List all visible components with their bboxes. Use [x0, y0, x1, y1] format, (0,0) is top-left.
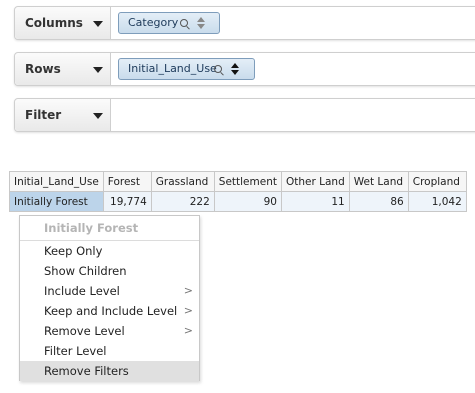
context-menu-title: Initially Forest — [44, 221, 139, 235]
initial-land-use-pill[interactable]: Initial_Land_Use — [118, 58, 255, 80]
column-header-grassland[interactable]: Grassland — [150, 171, 215, 192]
table-cell[interactable]: 19,774 — [102, 191, 152, 212]
sort-ascending-icon[interactable] — [197, 17, 205, 22]
menu-item-label: Include Level — [44, 284, 120, 298]
table-cell[interactable]: 90 — [213, 191, 282, 212]
filter-shelf-label: Filter — [25, 108, 62, 122]
columns-shelf-label: Columns — [25, 16, 83, 30]
columns-shelf: Columns Category — [14, 6, 475, 40]
submenu-arrow-icon: > — [183, 324, 193, 337]
sort-descending-icon[interactable] — [231, 70, 239, 75]
menu-item-filter-level[interactable]: Filter Level — [20, 341, 199, 361]
rows-dropdown-icon[interactable] — [93, 67, 103, 73]
table-cell[interactable]: 11 — [280, 191, 350, 212]
menu-item-label: Show Children — [44, 264, 127, 278]
columns-shelf-header[interactable]: Columns — [15, 7, 111, 39]
column-header-cropland[interactable]: Cropland — [407, 171, 467, 192]
pivot-table: Initial_Land_Use Forest Grassland Settle… — [9, 171, 467, 212]
menu-item-label: Filter Level — [44, 344, 107, 358]
category-pill-label: Category — [128, 16, 179, 29]
filter-dropdown-icon[interactable] — [93, 113, 103, 119]
filter-shelf-header[interactable]: Filter — [15, 99, 111, 131]
table-row: Initially Forest 19,774 222 90 11 86 1,0… — [9, 191, 467, 212]
submenu-arrow-icon: > — [183, 284, 193, 297]
context-menu: Initially Forest Keep Only Show Children… — [19, 215, 200, 381]
submenu-arrow-icon: > — [183, 304, 193, 317]
column-header-other-land[interactable]: Other Land — [280, 171, 350, 192]
rows-shelf: Rows Initial_Land_Use — [14, 52, 475, 86]
menu-item-include-level[interactable]: Include Level > — [20, 281, 199, 301]
menu-item-show-children[interactable]: Show Children — [20, 261, 199, 281]
initial-land-use-pill-label: Initial_Land_Use — [128, 62, 217, 75]
menu-item-remove-level[interactable]: Remove Level > — [20, 321, 199, 341]
magnifier-icon[interactable] — [214, 65, 222, 73]
column-header-settlement[interactable]: Settlement — [213, 171, 282, 192]
menu-item-keep-and-include-level[interactable]: Keep and Include Level > — [20, 301, 199, 321]
rows-shelf-header[interactable]: Rows — [15, 53, 111, 85]
column-header-forest[interactable]: Forest — [102, 171, 152, 192]
menu-item-label: Keep and Include Level — [44, 304, 178, 318]
menu-item-label: Keep Only — [44, 244, 103, 258]
row-header-initially-forest[interactable]: Initially Forest — [9, 191, 104, 212]
filter-shelf: Filter — [14, 98, 475, 132]
rows-shelf-label: Rows — [25, 62, 61, 76]
header-row: Initial_Land_Use Forest Grassland Settle… — [9, 171, 467, 192]
sort-ascending-icon[interactable] — [231, 63, 239, 68]
menu-item-keep-only[interactable]: Keep Only — [20, 241, 199, 261]
table-cell[interactable]: 222 — [150, 191, 215, 212]
menu-item-label: Remove Filters — [44, 364, 129, 378]
column-header-wet-land[interactable]: Wet Land — [348, 171, 409, 192]
table-cell[interactable]: 86 — [348, 191, 409, 212]
columns-dropdown-icon[interactable] — [93, 21, 103, 27]
sort-descending-icon[interactable] — [197, 24, 205, 29]
column-header-initial-land-use[interactable]: Initial_Land_Use — [9, 171, 104, 192]
category-pill[interactable]: Category — [118, 12, 220, 34]
magnifier-icon[interactable] — [180, 19, 188, 27]
menu-item-label: Remove Level — [44, 324, 125, 338]
menu-item-remove-filters[interactable]: Remove Filters — [20, 361, 199, 381]
table-cell[interactable]: 1,042 — [407, 191, 467, 212]
